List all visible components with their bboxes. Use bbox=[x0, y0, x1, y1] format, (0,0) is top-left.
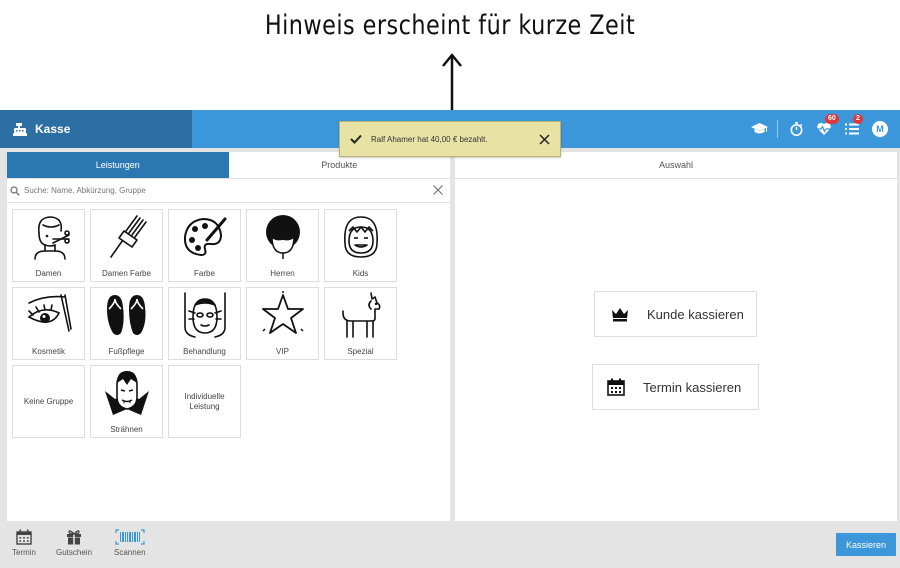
group-tile-farbe[interactable]: Farbe bbox=[168, 209, 241, 282]
tab-leistungen[interactable]: Leistungen bbox=[7, 152, 229, 178]
main-area: Leistungen Produkte Suche: Name, Abkürzu… bbox=[0, 148, 900, 521]
barcode-icon bbox=[115, 529, 145, 545]
close-icon[interactable] bbox=[432, 184, 444, 196]
divider bbox=[777, 120, 778, 138]
checkout-button[interactable]: Kassieren bbox=[836, 533, 896, 556]
man-head-icon bbox=[266, 215, 300, 259]
appointment-checkout-button[interactable]: Termin kassieren bbox=[592, 364, 759, 410]
services-panel: Leistungen Produkte Suche: Name, Abkürzu… bbox=[7, 152, 450, 521]
heart-pulse-icon bbox=[817, 122, 831, 135]
group-tile-damen-farbe[interactable]: Damen Farbe bbox=[90, 209, 163, 282]
group-label: Kosmetik bbox=[32, 347, 65, 356]
tasks-badge: 2 bbox=[853, 114, 863, 124]
group-label: Herren bbox=[270, 269, 295, 278]
group-label: Damen Farbe bbox=[102, 269, 151, 278]
group-label: Damen bbox=[35, 269, 62, 278]
cash-register-icon bbox=[13, 122, 27, 136]
gift-icon bbox=[67, 530, 82, 545]
group-tile-kosmetik[interactable]: Kosmetik bbox=[12, 287, 85, 360]
group-label: Kids bbox=[352, 269, 369, 278]
hair-dye-brush-icon bbox=[110, 215, 147, 258]
bottom-bar: Termin Gutschein Scannen Kassieren bbox=[0, 521, 900, 568]
group-label: Fußpflege bbox=[108, 347, 145, 356]
search-icon bbox=[10, 185, 20, 196]
vampire-icon bbox=[105, 371, 149, 415]
group-tile-kids[interactable]: Kids bbox=[324, 209, 397, 282]
avatar: M bbox=[872, 121, 888, 137]
timer-button[interactable] bbox=[782, 110, 810, 148]
group-label: Behandlung bbox=[183, 347, 226, 356]
star-icon bbox=[262, 291, 304, 334]
group-label: Spezial bbox=[347, 347, 374, 356]
group-label: VIP bbox=[276, 347, 289, 356]
group-label: Keine Gruppe bbox=[23, 396, 74, 406]
group-tile-herren[interactable]: Herren bbox=[246, 209, 319, 282]
search-bar bbox=[7, 179, 450, 203]
toast-close-button[interactable] bbox=[534, 129, 554, 149]
eye-lash-icon bbox=[27, 294, 72, 332]
brand-section[interactable]: Kasse bbox=[0, 110, 192, 148]
appointment-checkout-label: Termin kassieren bbox=[643, 379, 742, 395]
voucher-button[interactable]: Gutschein bbox=[56, 529, 92, 557]
graduation-cap-icon bbox=[750, 123, 768, 134]
customer-checkout-label: Kunde kassieren bbox=[647, 306, 744, 322]
group-label: Strähnen bbox=[110, 425, 143, 434]
toast-message: Ralf Ahamer hat 40,00 € bezahlt. bbox=[371, 134, 488, 144]
app-root: Hinweis erscheint für kurze Zeit Kasse 6… bbox=[0, 0, 900, 568]
search-input[interactable] bbox=[24, 186, 404, 195]
group-tile-fusspflege[interactable]: Fußpflege bbox=[90, 287, 163, 360]
group-tile-keine-gruppe[interactable]: Keine Gruppe bbox=[12, 365, 85, 438]
scan-button[interactable]: Scannen bbox=[114, 529, 146, 557]
user-menu-button[interactable]: M bbox=[866, 110, 894, 148]
top-icons: 60 2 M bbox=[745, 110, 894, 148]
customer-checkout-button[interactable]: Kunde kassieren bbox=[594, 291, 757, 337]
group-tile-individuelle-leistung[interactable]: Individuelle Leistung bbox=[168, 365, 241, 438]
notification-badge: 60 bbox=[825, 114, 839, 124]
calendar-icon bbox=[16, 529, 32, 545]
annotation-text: Hinweis erscheint für kurze Zeit bbox=[264, 10, 636, 41]
close-icon bbox=[538, 133, 550, 145]
calendar-icon bbox=[607, 378, 625, 396]
group-tile-vip[interactable]: VIP bbox=[246, 287, 319, 360]
appointment-label: Termin bbox=[12, 548, 37, 557]
notifications-button[interactable]: 60 bbox=[810, 110, 839, 148]
group-tile-straehnen[interactable]: Strähnen bbox=[90, 365, 163, 438]
group-tile-behandlung[interactable]: Behandlung bbox=[168, 287, 241, 360]
group-tile-damen[interactable]: Damen bbox=[12, 209, 85, 282]
kid-face-icon bbox=[344, 216, 378, 258]
palette-icon bbox=[183, 217, 227, 257]
face-mask-icon bbox=[184, 292, 226, 338]
stopwatch-icon bbox=[790, 122, 802, 136]
scan-label: Scannen bbox=[114, 548, 146, 557]
payment-toast: Ralf Ahamer hat 40,00 € bezahlt. bbox=[339, 121, 561, 157]
woman-hair-icon bbox=[34, 216, 70, 260]
annotation: Hinweis erscheint für kurze Zeit bbox=[0, 0, 900, 124]
tasks-button[interactable]: 2 bbox=[838, 110, 866, 148]
selection-panel: Auswahl Kunde kassieren Termin kassieren bbox=[455, 152, 897, 521]
flip-flops-icon bbox=[107, 295, 146, 335]
llama-icon bbox=[342, 292, 381, 338]
group-label: Individuelle Leistung bbox=[184, 391, 225, 411]
crown-icon bbox=[612, 307, 628, 321]
appointment-button[interactable]: Termin bbox=[12, 529, 36, 557]
voucher-label: Gutschein bbox=[56, 548, 93, 557]
group-tile-spezial[interactable]: Spezial bbox=[324, 287, 397, 360]
group-label: Farbe bbox=[194, 269, 215, 278]
check-icon bbox=[350, 134, 362, 144]
app-title: Kasse bbox=[35, 122, 71, 136]
academy-button[interactable] bbox=[745, 110, 773, 148]
list-icon bbox=[845, 123, 859, 135]
